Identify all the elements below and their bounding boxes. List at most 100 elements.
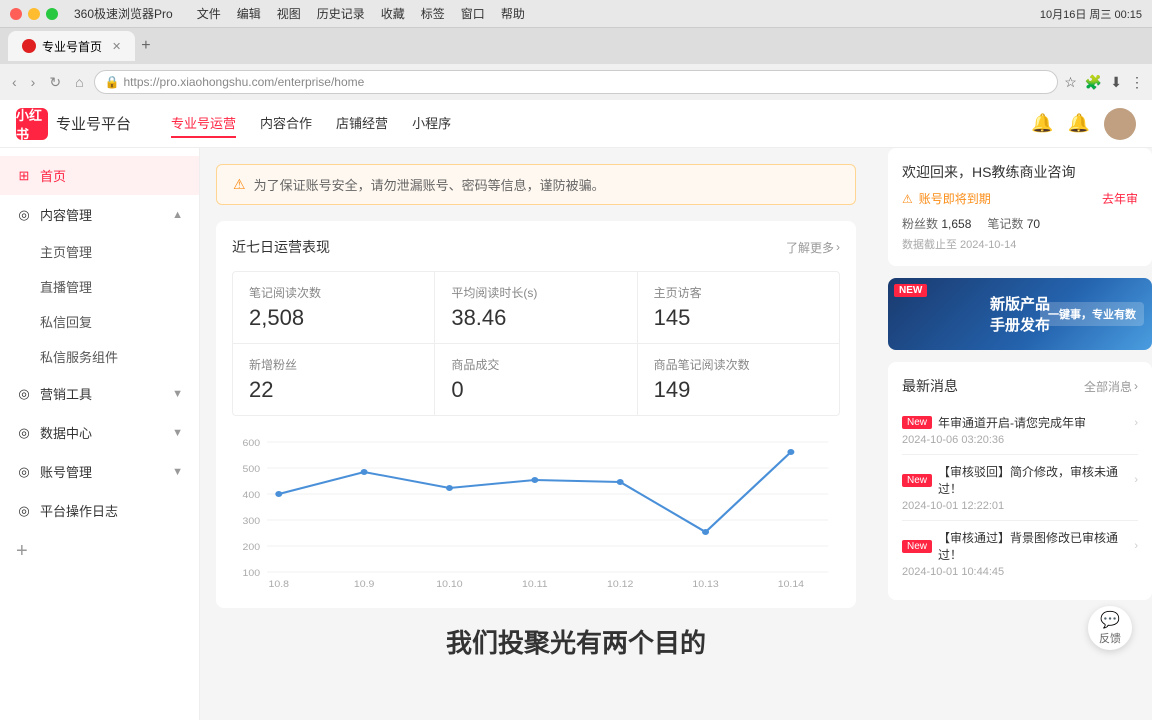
menu-tags[interactable]: 标签 [421,5,445,22]
news-item-2[interactable]: New 【审核通过】背景图修改已审核通过！ › 2024-10-01 10:44… [902,521,1138,586]
download-icon[interactable]: ⬇ [1110,74,1122,91]
promo-banner[interactable]: NEW 新版产品手册发布 一键事，专业有数 [888,278,1152,350]
account-warning: ⚠ 账号即将到期 去年审 [902,190,1138,207]
stats-section: 近七日运营表现 了解更多 › 笔记阅读次数 2,508 平均阅读时长(s) 38… [216,221,856,608]
svg-text:10.14: 10.14 [778,580,805,590]
data-icon: ◎ [16,425,32,441]
home-button[interactable]: ⌂ [71,72,87,92]
menu-view[interactable]: 视图 [277,5,301,22]
news-badge-1: New [902,474,932,487]
arrow-right-icon2: › [1134,379,1138,393]
menu-edit[interactable]: 编辑 [237,5,261,22]
sidebar-item-content[interactable]: ◎ 内容管理 ▲ [0,195,199,234]
menu-file[interactable]: 文件 [197,5,221,22]
menu-bookmarks[interactable]: 收藏 [381,5,405,22]
svg-text:200: 200 [243,543,261,553]
svg-text:100: 100 [243,569,261,579]
sidebar-item-data[interactable]: ◎ 数据中心 ▼ [0,413,199,452]
toolbar-icons: ☆ 🧩 ⬇ ⋮ [1064,74,1144,91]
news-more-link[interactable]: 全部消息 › [1084,378,1138,395]
line-chart: 600 500 400 300 200 100 [232,432,840,592]
address-bar[interactable]: 🔒 https://pro.xiaohongshu.com/enterprise… [94,70,1059,94]
sidebar-item-marketing[interactable]: ◎ 营销工具 ▼ [0,374,199,413]
news-item-0[interactable]: New 年审通道开启-请您完成年审 › 2024-10-06 03:20:36 [902,406,1138,455]
nav-item-operations[interactable]: 专业号运营 [171,109,236,138]
traffic-lights[interactable] [10,8,58,20]
notes-label: 笔记数 70 [987,215,1040,232]
user-avatar[interactable] [1104,108,1136,140]
active-tab[interactable]: 专业号首页 ✕ [8,31,135,61]
home-icon: ⊞ [16,168,32,184]
stat-label-1: 平均阅读时长(s) [451,284,620,301]
welcome-title: 欢迎回来，HS教练商业咨询 [902,162,1138,182]
chevron-right-icon1: › [1134,474,1138,486]
stats-grid: 笔记阅读次数 2,508 平均阅读时长(s) 38.46 主页访客 145 新增… [232,271,840,416]
menu-help[interactable]: 帮助 [501,5,525,22]
news-header: 最新消息 全部消息 › [902,376,1138,396]
back-button[interactable]: ‹ [8,72,21,92]
app-name: 360极速浏览器Pro [74,5,173,22]
news-title: 最新消息 [902,376,958,396]
banner-badge: NEW [894,284,927,297]
lock-icon: 🔒 [105,75,120,89]
sidebar-add-button[interactable]: + [0,530,199,573]
stats-more-link[interactable]: 了解更多 › [786,239,840,256]
menu-window[interactable]: 窗口 [461,5,485,22]
sidebar-sub-live[interactable]: 直播管理 [0,269,199,304]
news-badge-2: New [902,540,932,553]
news-badge-0: New [902,416,932,429]
stat-value-3: 22 [249,377,418,403]
chevron-right-icon0: › [1134,417,1138,429]
forward-button[interactable]: › [27,72,40,92]
svg-text:400: 400 [243,491,261,501]
news-item-1-title: 【审核驳回】简介修改，审核未通过！ [938,463,1128,497]
new-tab-button[interactable]: + [141,37,150,55]
news-item-0-header: New 年审通道开启-请您完成年审 › [902,414,1138,431]
refresh-button[interactable]: ↻ [45,72,65,93]
nav-item-content[interactable]: 内容合作 [260,109,312,138]
logo-icon: 小红书 [16,108,48,140]
star-icon[interactable]: ☆ [1064,74,1077,91]
alert-banner: ⚠ 为了保证账号安全，请勿泄漏账号、密码等信息，谨防被骗。 [216,164,856,205]
stat-label-5: 商品笔记阅读次数 [654,356,823,373]
sidebar-sub-homepage[interactable]: 主页管理 [0,234,199,269]
sidebar-sub-message[interactable]: 私信回复 [0,304,199,339]
sidebar: ⊞ 首页 ◎ 内容管理 ▲ 主页管理 直播管理 私信回复 私信服务组件 ◎ 营销… [0,148,200,720]
tab-close-button[interactable]: ✕ [112,40,121,53]
notification-bell-icon[interactable]: 🔔 [1031,113,1053,134]
stat-cell-3: 新增粉丝 22 [233,344,434,415]
data-date: 数据截止至 2024-10-14 [902,236,1138,252]
chevron-right-icon2: › [1134,540,1138,552]
menu-history[interactable]: 历史记录 [317,5,365,22]
settings-icon[interactable]: ⋮ [1130,74,1144,91]
title-bar: 360极速浏览器Pro 文件 编辑 视图 历史记录 收藏 标签 窗口 帮助 10… [0,0,1152,28]
news-item-1-header: New 【审核驳回】简介修改，审核未通过！ › [902,463,1138,497]
svg-text:10.13: 10.13 [692,580,719,590]
browser-tabs: 专业号首页 ✕ + [0,28,1152,64]
tab-favicon [22,39,36,53]
news-item-1[interactable]: New 【审核驳回】简介修改，审核未通过！ › 2024-10-01 12:22… [902,455,1138,521]
renew-link[interactable]: 去年审 [1102,190,1138,207]
sidebar-item-home[interactable]: ⊞ 首页 [0,156,199,195]
feedback-button[interactable]: 💬 反馈 [1088,606,1132,650]
clock: 10月16日 周三 00:15 [1040,6,1142,22]
browser-toolbar: ‹ › ↻ ⌂ 🔒 https://pro.xiaohongshu.com/en… [0,64,1152,100]
stat-cell-5: 商品笔记阅读次数 149 [638,344,839,415]
sidebar-marketing-label: 营销工具 [40,384,92,403]
feedback-icon: 💬 [1100,610,1120,630]
sidebar-sub-service[interactable]: 私信服务组件 [0,339,199,374]
svg-text:500: 500 [243,465,261,475]
nav-item-shop[interactable]: 店铺经营 [336,109,388,138]
sidebar-item-account[interactable]: ◎ 账号管理 ▼ [0,452,199,491]
maximize-button[interactable] [46,8,58,20]
message-bell-icon[interactable]: 🔔 [1068,113,1090,134]
nav-item-miniapp[interactable]: 小程序 [412,109,451,138]
fans-stats-row: 粉丝数 1,658 笔记数 70 [902,215,1138,232]
minimize-button[interactable] [28,8,40,20]
news-item-2-header: New 【审核通过】背景图修改已审核通过！ › [902,529,1138,563]
extensions-icon[interactable]: 🧩 [1085,74,1102,91]
sidebar-item-log[interactable]: ◎ 平台操作日志 [0,491,199,530]
stat-label-0: 笔记阅读次数 [249,284,418,301]
stat-value-1: 38.46 [451,305,620,331]
close-button[interactable] [10,8,22,20]
